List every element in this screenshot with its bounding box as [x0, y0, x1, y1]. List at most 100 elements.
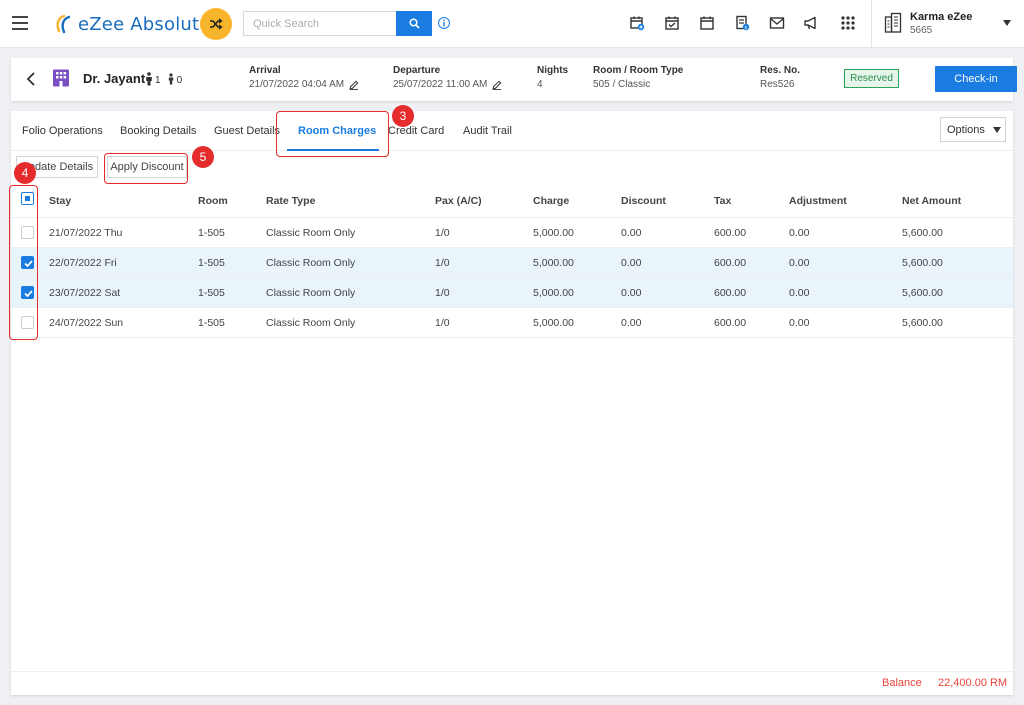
cell-room: 1-505	[198, 287, 225, 299]
table-header: Stay Room Rate Type Pax (A/C) Charge Dis…	[11, 184, 1013, 218]
cell-room: 1-505	[198, 257, 225, 269]
room-type-label: Room / Room Type	[593, 65, 684, 76]
cell-net-amount: 5,600.00	[902, 317, 943, 329]
cell-stay: 24/07/2022 Sun	[49, 317, 124, 329]
options-label: Options	[947, 123, 985, 136]
nights-label: Nights	[537, 65, 569, 76]
table-row[interactable]: 22/07/2022 Fri 1-505 Classic Room Only 1…	[11, 248, 1013, 278]
mail-icon[interactable]	[767, 13, 787, 33]
column-discount: Discount	[621, 195, 666, 207]
top-bar: eZee Absolute $	[0, 0, 1024, 48]
annotation-badge-checkbox: 4	[14, 162, 36, 184]
cell-adjustment: 0.00	[789, 317, 810, 329]
cell-adjustment: 0.00	[789, 287, 810, 299]
table-row[interactable]: 21/07/2022 Thu 1-505 Classic Room Only 1…	[11, 218, 1013, 248]
chevron-down-icon	[1003, 20, 1011, 26]
hotel-building-icon	[53, 69, 69, 87]
cell-tax: 600.00	[714, 257, 747, 269]
cell-tax: 600.00	[714, 227, 747, 239]
app-logo[interactable]: eZee Absolute	[52, 10, 211, 38]
annotation-box-apply-discount	[104, 153, 188, 184]
tab-guest-details[interactable]: Guest Details	[214, 125, 280, 137]
pax-count: 1 0	[145, 71, 186, 86]
cell-discount: 0.00	[621, 317, 642, 329]
cell-discount: 0.00	[621, 287, 642, 299]
check-in-button[interactable]: Check-in	[935, 66, 1017, 92]
cell-room: 1-505	[198, 317, 225, 329]
column-rate-type: Rate Type	[266, 195, 316, 207]
departure-date: 25/07/2022 11:00 AM	[393, 79, 488, 90]
tab-audit-trail[interactable]: Audit Trail	[463, 125, 512, 137]
cell-discount: 0.00	[621, 227, 642, 239]
room-charges-panel: Folio Operations Booking Details Guest D…	[11, 111, 1013, 695]
app-name: eZee Absolute	[78, 13, 211, 35]
cell-pax: 1/0	[435, 257, 450, 269]
calendar-add-icon[interactable]	[627, 13, 647, 33]
tab-credit-card[interactable]: Credit Card	[388, 125, 444, 137]
cell-pax: 1/0	[435, 317, 450, 329]
cell-charge: 5,000.00	[533, 257, 574, 269]
tab-booking-details[interactable]: Booking Details	[120, 125, 196, 137]
apps-grid-icon[interactable]	[838, 13, 858, 33]
annotation-box-checkboxes	[9, 185, 38, 340]
cell-net-amount: 5,600.00	[902, 227, 943, 239]
cell-stay: 21/07/2022 Thu	[49, 227, 123, 239]
search-icon	[408, 18, 420, 29]
status-badge: Reserved	[844, 69, 899, 88]
cell-rate-type: Classic Room Only	[266, 317, 356, 329]
edit-arrival-icon[interactable]	[349, 80, 359, 90]
column-room: Room	[198, 195, 228, 207]
search-button[interactable]	[396, 11, 432, 36]
table-row[interactable]: 23/07/2022 Sat 1-505 Classic Room Only 1…	[11, 278, 1013, 308]
departure-value[interactable]: 25/07/2022 11:00 AM	[393, 79, 502, 90]
tab-bar: Folio Operations Booking Details Guest D…	[11, 111, 1013, 151]
cell-stay: 23/07/2022 Sat	[49, 287, 121, 299]
cell-tax: 600.00	[714, 317, 747, 329]
res-no-value: Res526	[760, 79, 795, 90]
arrival-value[interactable]: 21/07/2022 04:04 AM	[249, 79, 359, 90]
balance-label: Balance	[882, 677, 922, 689]
announcement-icon[interactable]	[801, 13, 821, 33]
logo-mark-icon	[56, 14, 71, 34]
cell-rate-type: Classic Room Only	[266, 227, 356, 239]
room-type-value: 505 / Classic	[593, 79, 651, 90]
cell-stay: 22/07/2022 Fri	[49, 257, 117, 269]
cell-net-amount: 5,600.00	[902, 257, 943, 269]
cell-tax: 600.00	[714, 287, 747, 299]
adult-count: 1	[155, 75, 161, 86]
cell-rate-type: Classic Room Only	[266, 257, 356, 269]
column-tax: Tax	[714, 195, 732, 207]
cell-net-amount: 5,600.00	[902, 287, 943, 299]
column-net-amount: Net Amount	[902, 195, 962, 207]
tab-folio-operations[interactable]: Folio Operations	[22, 125, 103, 137]
calendar-icon[interactable]	[697, 13, 717, 33]
menu-icon[interactable]	[12, 16, 28, 30]
child-icon	[168, 72, 173, 84]
cell-charge: 5,000.00	[533, 287, 574, 299]
building-icon	[884, 12, 902, 33]
property-name: Karma eZee	[910, 11, 973, 23]
svg-text:$: $	[745, 25, 748, 31]
caret-down-icon	[992, 126, 1001, 133]
cell-adjustment: 0.00	[789, 257, 810, 269]
edit-departure-icon[interactable]	[492, 80, 502, 90]
cell-adjustment: 0.00	[789, 227, 810, 239]
quick-switch-button[interactable]	[200, 8, 232, 40]
guest-name: Dr. Jayant	[83, 71, 146, 86]
quick-search-input[interactable]	[243, 11, 397, 36]
options-dropdown[interactable]: Options	[940, 117, 1006, 142]
table-row[interactable]: 24/07/2022 Sun 1-505 Classic Room Only 1…	[11, 308, 1013, 338]
back-arrow-icon[interactable]	[25, 71, 37, 87]
cell-pax: 1/0	[435, 227, 450, 239]
info-icon[interactable]	[438, 17, 450, 29]
column-adjustment: Adjustment	[789, 195, 847, 207]
adult-icon	[146, 71, 152, 85]
cell-pax: 1/0	[435, 287, 450, 299]
arrival-label: Arrival	[249, 65, 281, 76]
property-switcher[interactable]: Karma eZee 5665	[871, 0, 1024, 48]
calendar-check-icon[interactable]	[662, 13, 682, 33]
departure-label: Departure	[393, 65, 441, 76]
property-code: 5665	[910, 25, 933, 36]
cell-charge: 5,000.00	[533, 317, 574, 329]
billing-icon[interactable]: $	[732, 13, 752, 33]
